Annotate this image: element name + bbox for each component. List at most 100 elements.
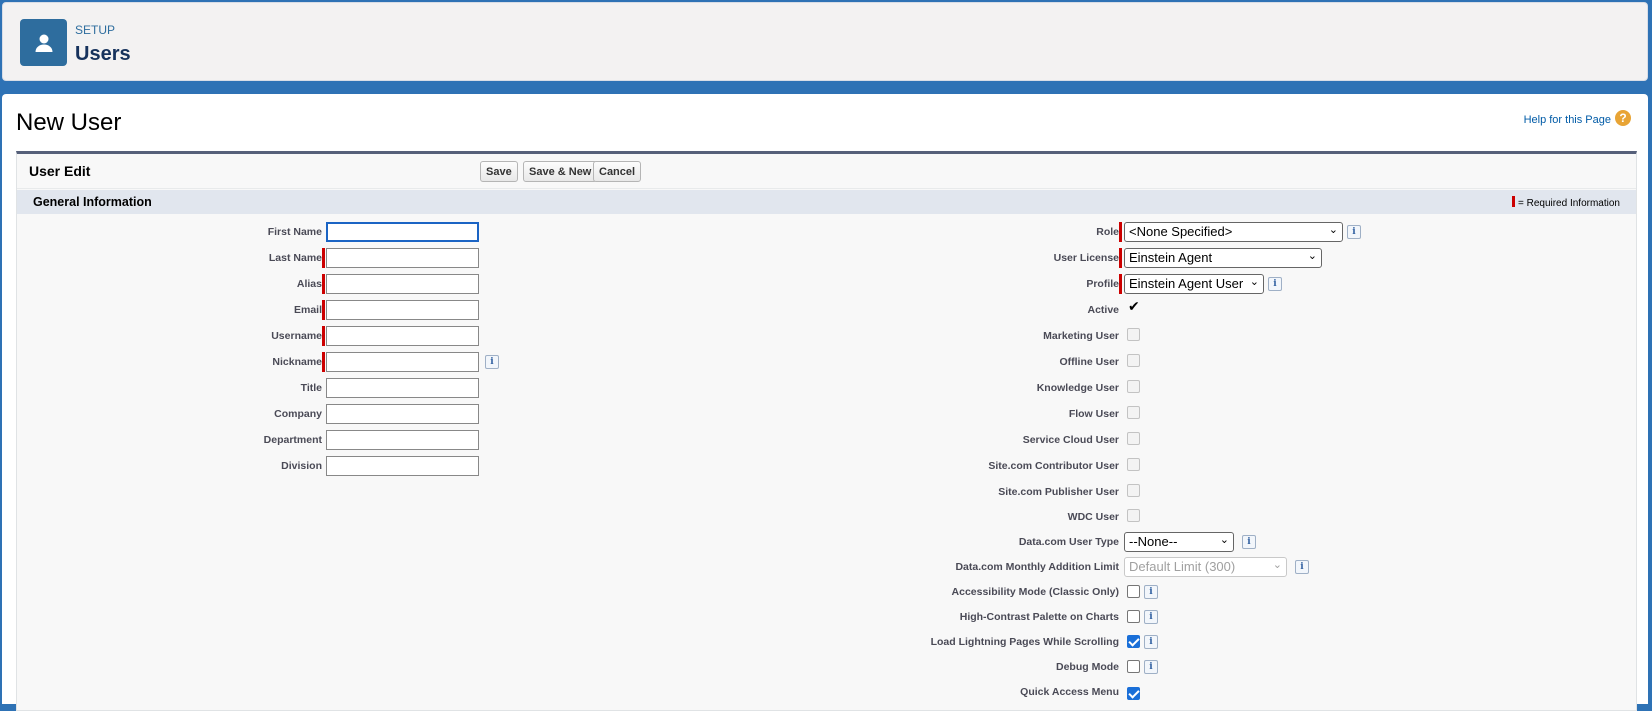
page-title: New User: [16, 109, 122, 136]
active-checkmark-icon[interactable]: ✔: [1128, 299, 1140, 315]
service-cloud-user-label: Service Cloud User: [1022, 434, 1119, 446]
user-edit-block: User Edit Save Save & New Cancel General…: [16, 151, 1637, 711]
load-lightning-checkbox[interactable]: [1127, 635, 1140, 648]
chevron-down-icon: ⌄: [1249, 276, 1259, 288]
division-label: Division: [281, 460, 322, 472]
datacom-limit-label: Data.com Monthly Addition Limit: [955, 561, 1119, 573]
wdc-user-label: WDC User: [1067, 511, 1119, 523]
high-contrast-info-icon[interactable]: i: [1144, 610, 1158, 624]
required-marker: [322, 326, 325, 346]
offline-user-checkbox[interactable]: [1127, 354, 1140, 367]
marketing-user-label: Marketing User: [1043, 330, 1119, 342]
chevron-down-icon: ⌄: [1307, 250, 1317, 262]
role-value: <None Specified>: [1129, 224, 1233, 239]
username-label: Username: [271, 330, 322, 342]
nickname-info-icon[interactable]: i: [485, 355, 499, 369]
service-cloud-user-checkbox[interactable]: [1127, 432, 1140, 445]
alias-label: Alias: [296, 278, 322, 290]
debug-mode-info-icon[interactable]: i: [1144, 660, 1158, 674]
marketing-user-checkbox[interactable]: [1127, 328, 1140, 341]
last-name-label: Last Name: [268, 252, 322, 264]
sitecom-contributor-checkbox[interactable]: [1127, 458, 1140, 471]
chevron-down-icon: ⌄: [1272, 559, 1282, 571]
sitecom-publisher-label: Site.com Publisher User: [998, 486, 1119, 498]
offline-user-label: Offline User: [1059, 356, 1119, 368]
email-input[interactable]: [326, 300, 479, 320]
last-name-input[interactable]: [326, 248, 479, 268]
debug-mode-checkbox[interactable]: [1127, 660, 1140, 673]
required-marker: [1511, 196, 1515, 207]
help-link[interactable]: Help for this Page: [1524, 114, 1611, 126]
department-input[interactable]: [326, 430, 479, 450]
edit-title: User Edit: [29, 163, 91, 179]
header-title: Users: [75, 43, 131, 65]
profile-info-icon[interactable]: i: [1268, 277, 1282, 291]
nickname-label: Nickname: [272, 356, 322, 368]
department-label: Department: [263, 434, 322, 446]
title-input[interactable]: [326, 378, 479, 398]
debug-mode-label: Debug Mode: [1056, 661, 1119, 673]
setup-header: SETUP Users: [2, 2, 1648, 81]
cancel-button[interactable]: Cancel: [593, 161, 642, 182]
datacom-user-type-label: Data.com User Type: [1018, 536, 1119, 548]
load-lightning-info-icon[interactable]: i: [1144, 635, 1158, 649]
flow-user-checkbox[interactable]: [1127, 406, 1140, 419]
profile-select[interactable]: Einstein Agent User ⌄: [1124, 274, 1264, 294]
high-contrast-checkbox[interactable]: [1127, 610, 1140, 623]
active-label: Active: [1087, 304, 1119, 316]
quick-access-label: Quick Access Menu: [1020, 686, 1119, 698]
datacom-limit-select: Default Limit (300) ⌄: [1124, 557, 1287, 577]
required-marker: [322, 300, 325, 320]
flow-user-label: Flow User: [1068, 408, 1119, 420]
chevron-down-icon: ⌄: [1219, 534, 1229, 546]
datacom-user-type-info-icon[interactable]: i: [1242, 535, 1256, 549]
required-marker: [1119, 274, 1122, 294]
main-panel: New User Help for this Page ? User Edit …: [2, 94, 1648, 711]
role-select[interactable]: <None Specified> ⌄: [1124, 222, 1343, 242]
required-marker: [322, 248, 325, 268]
required-marker: [322, 274, 325, 294]
company-input[interactable]: [326, 404, 479, 424]
accessibility-mode-info-icon[interactable]: i: [1144, 585, 1158, 599]
required-note: = Required Information: [1511, 196, 1620, 209]
knowledge-user-label: Knowledge User: [1036, 382, 1119, 394]
quick-access-checkbox[interactable]: [1127, 687, 1140, 700]
knowledge-user-checkbox[interactable]: [1127, 380, 1140, 393]
edit-toolbar: User Edit Save Save & New Cancel: [17, 154, 1636, 189]
role-info-icon[interactable]: i: [1347, 225, 1361, 239]
datacom-user-type-select[interactable]: --None-- ⌄: [1124, 532, 1234, 552]
datacom-limit-value: Default Limit (300): [1129, 559, 1236, 574]
email-label: Email: [293, 304, 322, 316]
sitecom-contributor-label: Site.com Contributor User: [988, 460, 1119, 472]
profile-value: Einstein Agent User: [1129, 276, 1244, 291]
required-marker: [322, 352, 325, 372]
title-label: Title: [300, 382, 322, 394]
chevron-down-icon: ⌄: [1328, 224, 1338, 236]
username-input[interactable]: [326, 326, 479, 346]
alias-input[interactable]: [326, 274, 479, 294]
datacom-limit-info-icon[interactable]: i: [1295, 560, 1309, 574]
user-icon: [20, 19, 67, 66]
profile-label: Profile: [1086, 278, 1119, 290]
first-name-input[interactable]: [326, 222, 479, 242]
wdc-user-checkbox[interactable]: [1127, 509, 1140, 522]
save-button[interactable]: Save: [480, 161, 518, 182]
user-license-value: Einstein Agent: [1129, 250, 1213, 265]
breadcrumb[interactable]: SETUP: [75, 23, 115, 37]
required-note-text: = Required Information: [1517, 198, 1620, 209]
nickname-input[interactable]: [326, 352, 479, 372]
first-name-label: First Name: [267, 226, 322, 238]
accessibility-mode-label: Accessibility Mode (Classic Only): [951, 586, 1119, 598]
sitecom-publisher-checkbox[interactable]: [1127, 484, 1140, 497]
user-license-select[interactable]: Einstein Agent ⌄: [1124, 248, 1322, 268]
section-header: General Information = Required Informati…: [17, 190, 1636, 214]
user-license-label: User License: [1053, 252, 1119, 264]
help-icon[interactable]: ?: [1615, 110, 1631, 126]
required-marker: [1119, 248, 1122, 268]
division-input[interactable]: [326, 456, 479, 476]
save-new-button[interactable]: Save & New: [523, 161, 598, 182]
high-contrast-label: High-Contrast Palette on Charts: [959, 611, 1119, 623]
role-label: Role: [1096, 226, 1119, 238]
accessibility-mode-checkbox[interactable]: [1127, 585, 1140, 598]
datacom-user-type-value: --None--: [1129, 534, 1178, 549]
